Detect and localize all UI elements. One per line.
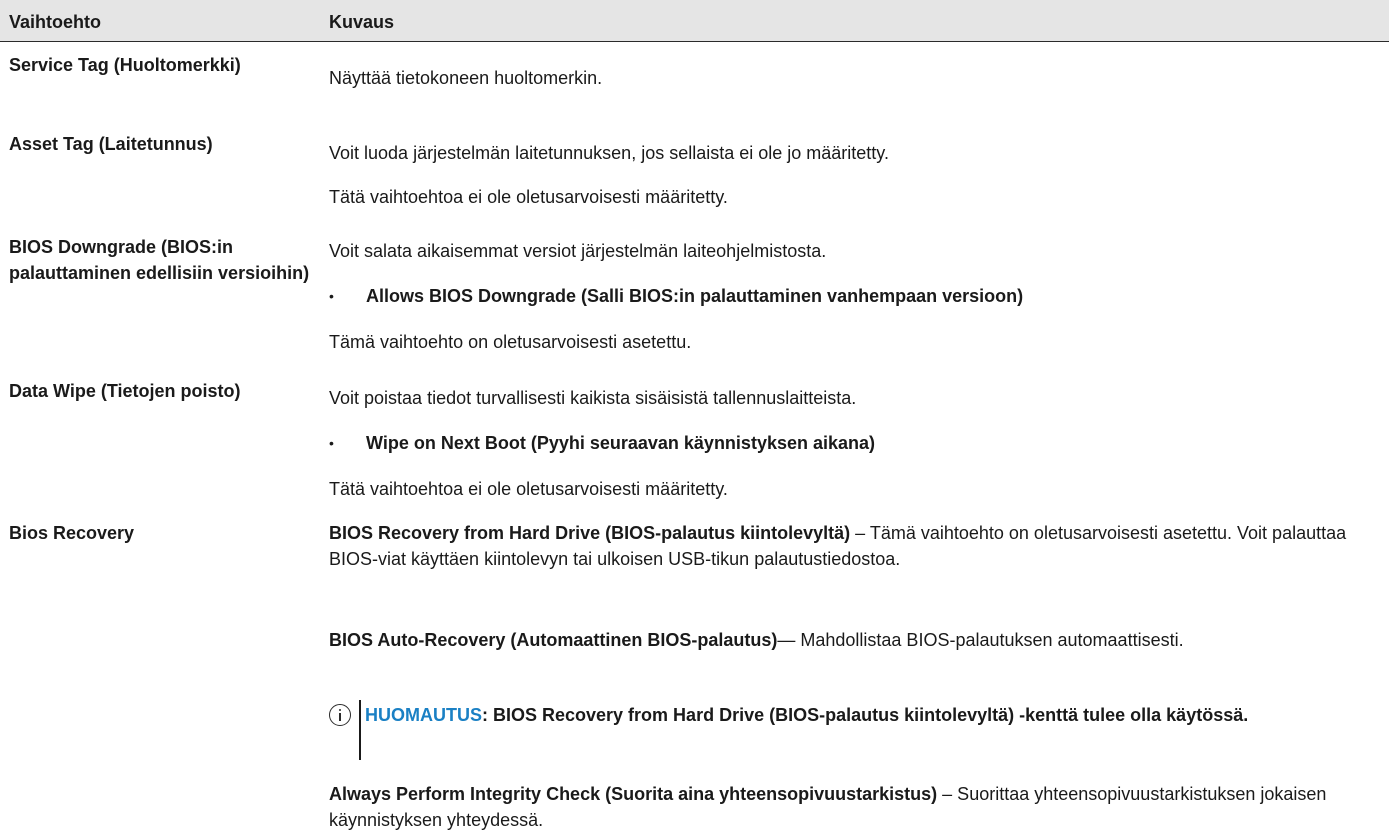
description-paragraph-auto-recovery: BIOS Auto-Recovery (Automaattinen BIOS-p… [329, 627, 1379, 653]
paragraph-bold-term: BIOS Recovery from Hard Drive (BIOS-pala… [329, 523, 851, 543]
note-body: : BIOS Recovery from Hard Drive (BIOS-pa… [482, 705, 1249, 725]
bullet-dot: • [329, 435, 334, 451]
description-text: Näyttää tietokoneen huoltomerkin. [329, 68, 603, 88]
description-text: Voit salata aikaisemmat versiot järjeste… [329, 241, 827, 261]
note-divider [359, 700, 361, 760]
description-note: Tätä vaihtoehtoa ei ole oletusarvoisesti… [329, 187, 728, 207]
paragraph-bold-term: BIOS Auto-Recovery (Automaattinen BIOS-p… [329, 630, 778, 650]
description-text: Voit luoda järjestelmän laitetunnuksen, … [329, 143, 889, 163]
description-text: Voit poistaa tiedot turvallisesti kaikis… [329, 388, 857, 408]
header-option: Vaihtoehto [9, 12, 102, 32]
bullet-text: Wipe on Next Boot (Pyyhi seuraavan käynn… [366, 433, 876, 453]
option-bios-recovery: Bios Recovery [9, 523, 135, 543]
info-circle-icon [329, 704, 351, 726]
header-description: Kuvaus [329, 12, 395, 32]
paragraph-text: — Mahdollistaa BIOS-palautuksen automaat… [777, 630, 1184, 650]
option-service-tag: Service Tag (Huoltomerkki) [9, 55, 241, 75]
description-note: Tämä vaihtoehto on oletusarvoisesti aset… [329, 332, 692, 352]
bullet-dot: • [329, 288, 334, 304]
description-paragraph-hard-drive: BIOS Recovery from Hard Drive (BIOS-pala… [329, 520, 1379, 572]
option-asset-tag: Asset Tag (Laitetunnus) [9, 134, 213, 154]
bullet-text: Allows BIOS Downgrade (Salli BIOS:in pal… [366, 286, 1024, 306]
description-note: Tätä vaihtoehtoa ei ole oletusarvoisesti… [329, 479, 728, 499]
description-paragraph-integrity: Always Perform Integrity Check (Suorita … [329, 781, 1379, 833]
option-data-wipe: Data Wipe (Tietojen poisto) [9, 381, 241, 401]
table-header: Vaihtoehto Kuvaus [0, 0, 1389, 42]
note-label: HUOMAUTUS [365, 705, 482, 725]
paragraph-bold-term: Always Perform Integrity Check (Suorita … [329, 784, 938, 804]
option-bios-downgrade: BIOS Downgrade (BIOS:in palauttaminen ed… [9, 237, 310, 283]
note-text: HUOMAUTUS: BIOS Recovery from Hard Drive… [365, 700, 1385, 730]
